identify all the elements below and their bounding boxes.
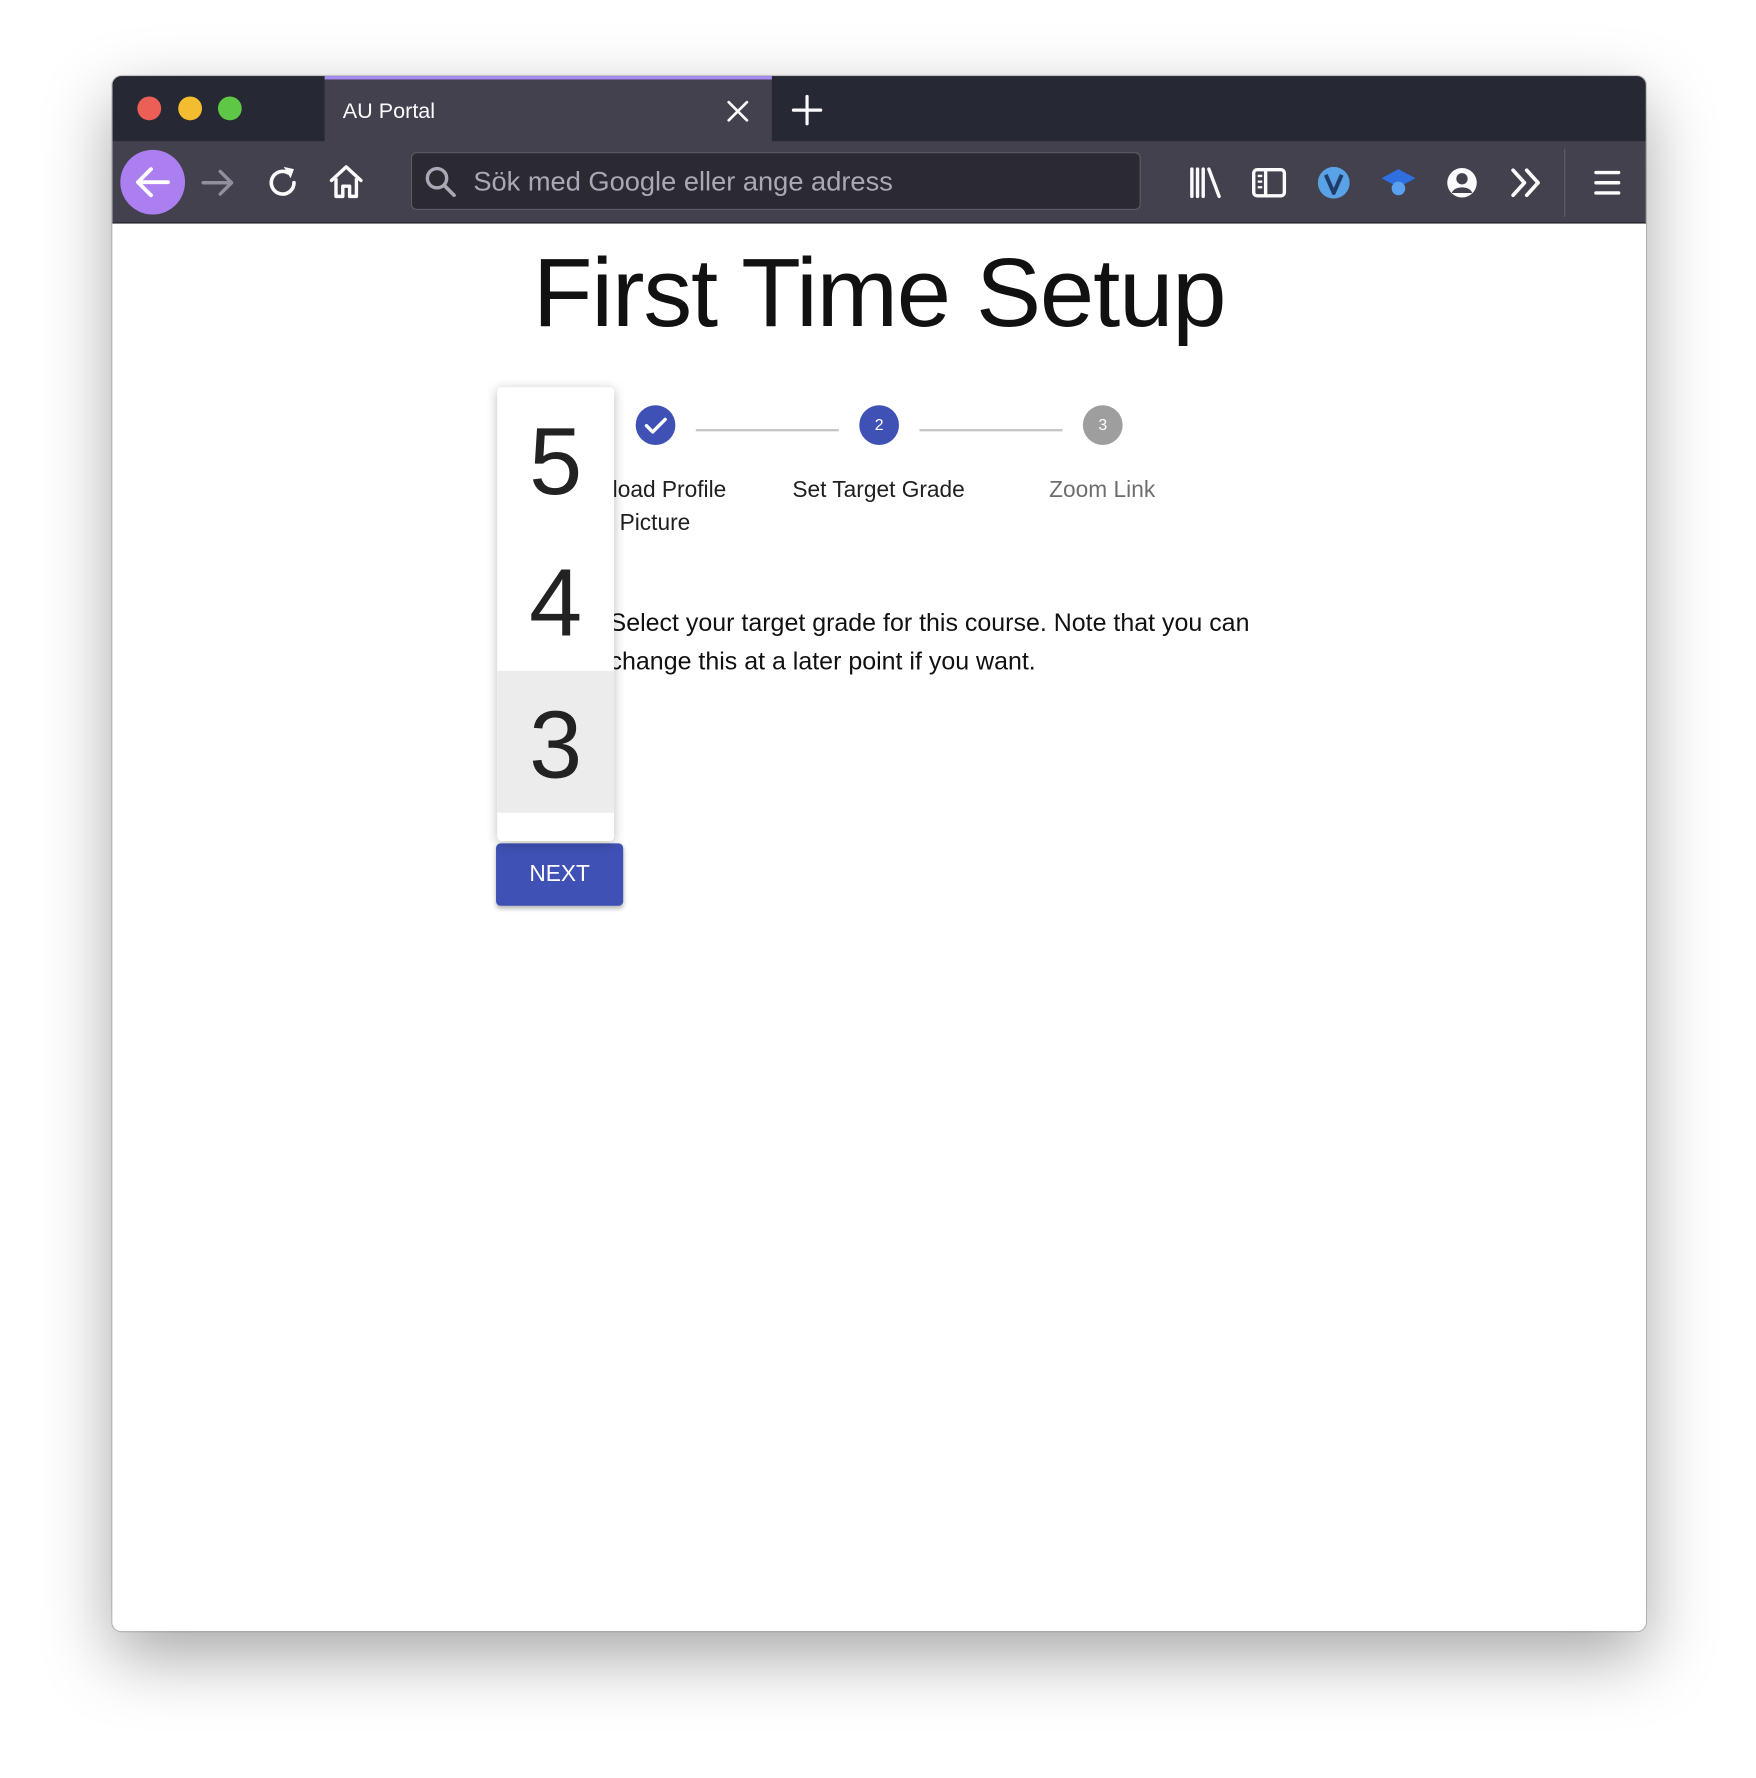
tab-au-portal[interactable]: AU Portal xyxy=(324,76,772,142)
step-3-label: Zoom Link xyxy=(1049,477,1156,503)
library-icon[interactable] xyxy=(1186,163,1225,202)
zoom-window-button[interactable] xyxy=(217,96,242,121)
step-2-circle: 2 xyxy=(859,405,899,445)
close-icon[interactable] xyxy=(724,98,751,125)
grade-option-4[interactable]: 4 xyxy=(497,529,614,671)
reload-icon[interactable] xyxy=(263,163,302,202)
toolbar-separator xyxy=(1564,148,1566,217)
checkmark-icon xyxy=(644,417,667,434)
close-window-button[interactable] xyxy=(137,96,162,121)
hamburger-menu-icon[interactable] xyxy=(1588,163,1627,202)
home-icon[interactable] xyxy=(327,162,366,201)
instructions-text: Select your target grade for this course… xyxy=(610,604,1280,681)
graduation-cap-icon[interactable] xyxy=(1379,163,1418,202)
page-content: First Time Setup 2 3 Upload Profile Pict… xyxy=(112,223,1646,1632)
step-connector xyxy=(919,429,1063,432)
back-button[interactable] xyxy=(120,149,186,215)
sidebar-icon[interactable] xyxy=(1250,163,1289,202)
page-title: First Time Setup xyxy=(532,238,1227,348)
step-1-complete-circle xyxy=(635,405,676,445)
extension-icon[interactable] xyxy=(1314,163,1353,202)
minimize-window-button[interactable] xyxy=(178,96,203,121)
next-button[interactable]: NEXT xyxy=(496,843,624,906)
address-bar[interactable]: Sök med Google eller ange adress xyxy=(410,152,1141,210)
grade-dropdown[interactable]: 5 4 3 xyxy=(497,387,615,842)
instructions-line-1: Select your target grade for this course… xyxy=(609,608,1250,637)
plus-icon[interactable] xyxy=(791,94,823,126)
tab-title: AU Portal xyxy=(342,99,436,124)
nav-toolbar: Sök med Google eller ange adress xyxy=(112,141,1646,224)
grade-option-5[interactable]: 5 xyxy=(497,387,614,529)
step-connector xyxy=(695,429,839,432)
grade-option-3[interactable]: 3 xyxy=(497,670,615,813)
arrow-right-icon[interactable] xyxy=(199,163,238,202)
step-2-label: Set Target Grade xyxy=(792,477,965,503)
tab-strip: AU Portal xyxy=(112,76,1646,142)
step-3-circle: 3 xyxy=(1082,405,1123,445)
browser-window: AU Portal Sök med Google eller ange adre… xyxy=(112,76,1646,1632)
arrow-left-icon xyxy=(135,167,170,198)
search-icon xyxy=(425,166,456,198)
instructions-line-2: change this at a later point if you want… xyxy=(609,647,1036,676)
account-icon[interactable] xyxy=(1443,163,1482,202)
address-placeholder: Sök med Google eller ange adress xyxy=(473,166,893,198)
overflow-chevrons-icon[interactable] xyxy=(1507,163,1546,202)
